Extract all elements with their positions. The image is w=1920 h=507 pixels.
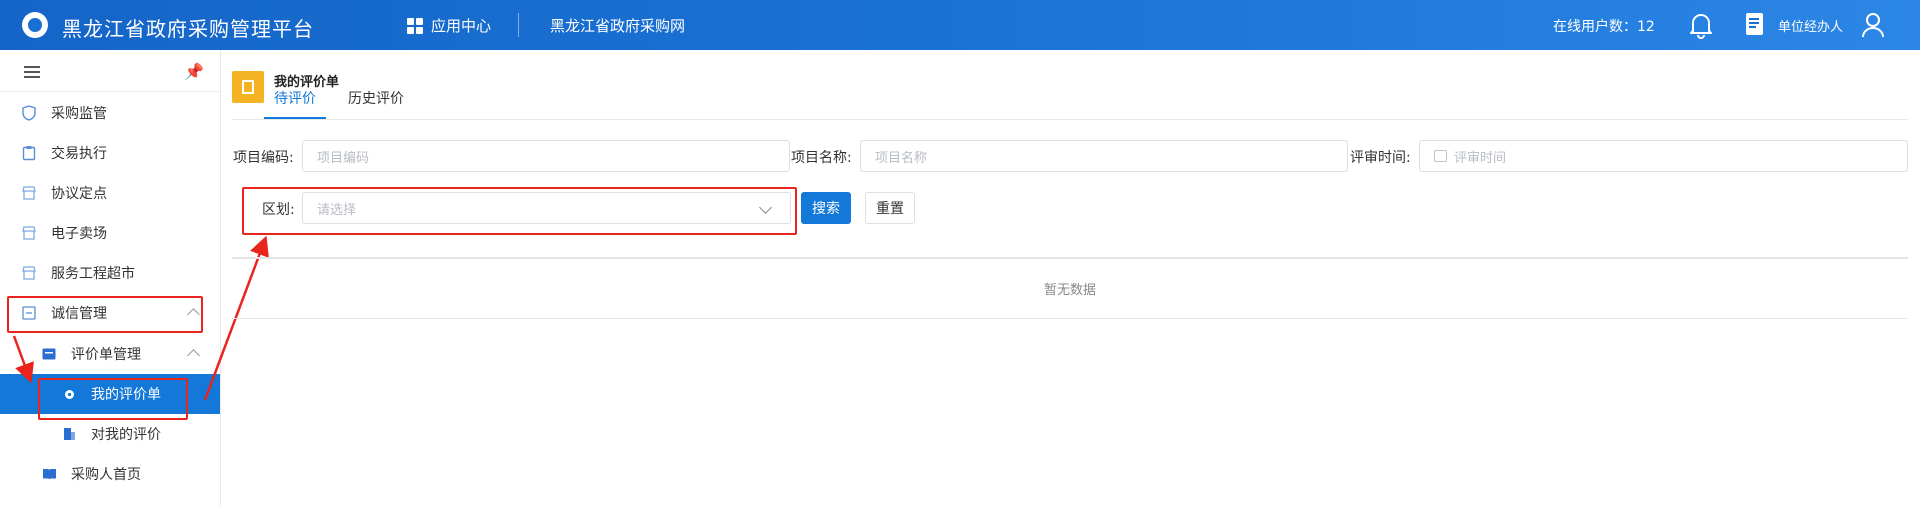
page-title-icon [232,71,264,103]
portal-link[interactable]: 黑龙江省政府采购网 [550,15,685,36]
store-icon [21,225,37,241]
search-button[interactable]: 搜索 [801,192,851,224]
sidebar-item-transaction-execution[interactable]: 交易执行 [0,133,220,173]
sidebar-item-label: 采购监管 [51,106,107,122]
sidebar-item-label: 协议定点 [51,186,107,202]
project-code-input[interactable]: 项目编码 [302,140,790,172]
sidebar-item-procurement-supervision[interactable]: 采购监管 [0,93,220,133]
platform-logo-icon [22,12,48,38]
bell-icon[interactable] [1687,10,1715,40]
app-center-link[interactable]: 应用中心 [407,15,491,36]
user-role[interactable]: 单位经办人 [1778,16,1843,35]
clipboard-icon [21,145,37,161]
sidebar-item-label: 交易执行 [51,146,107,162]
project-name-input[interactable]: 项目名称 [860,140,1348,172]
building-icon [61,426,77,442]
chevron-down-icon [759,201,772,214]
grid-icon [407,17,423,34]
app-center-label: 应用中心 [431,17,492,35]
project-code-placeholder: 项目编码 [317,150,370,166]
sidebar-item-label: 服务工程超市 [51,266,135,282]
shield-icon [21,105,37,121]
sidebar-item-evaluations-of-me[interactable]: 对我的评价 [0,414,220,454]
project-name-placeholder: 项目名称 [875,150,928,166]
sidebar-item-e-mall[interactable]: 电子卖场 [0,213,220,253]
review-time-label: 评审时间: [1350,150,1411,166]
document-icon [1746,13,1763,35]
sidebar-item-evaluation-management[interactable]: 评价单管理 [0,334,220,374]
sidebar-item-purchaser-home[interactable]: 采购人首页 [0,454,220,494]
sidebar-item-service-supermarket[interactable]: 服务工程超市 [0,253,220,293]
sidebar-item-label: 对我的评价 [91,427,161,443]
sidebar: 📌 采购监管 交易执行 协议定点 电子卖场 服务工程超市 诚信管理 评价单管理 … [0,50,221,507]
calendar-icon [1434,150,1447,162]
region-select[interactable]: 请选择 [302,192,791,224]
region-placeholder: 请选择 [317,202,357,218]
header-divider [518,13,519,37]
store-icon [21,185,37,201]
sidebar-item-label: 采购人首页 [71,467,141,483]
tab-history-evaluation[interactable]: 历史评价 [348,88,404,108]
highlight-box-my-evaluation [38,378,188,420]
menu-toggle-icon[interactable] [24,66,40,78]
store-icon [21,265,37,281]
user-icon[interactable] [1860,11,1886,39]
review-time-placeholder: 评审时间 [1454,150,1507,166]
sidebar-toolbar: 📌 [0,50,220,92]
project-name-label: 项目名称: [791,150,852,166]
tab-pending-evaluation[interactable]: 待评价 [274,88,316,108]
tabs-divider [232,119,1908,120]
reset-button[interactable]: 重置 [865,192,915,224]
online-users-count: 在线用户数：12 [1553,19,1655,35]
project-code-label: 项目编码: [233,150,294,166]
top-bar: 黑龙江省政府采购管理平台 应用中心 黑龙江省政府采购网 在线用户数：12 单位经… [0,0,1920,50]
sidebar-item-agreement-point[interactable]: 协议定点 [0,173,220,213]
book-icon [41,466,57,482]
card-icon [41,346,57,362]
highlight-box-credit-management [7,296,203,333]
review-time-picker[interactable]: 评审时间 [1419,140,1908,172]
pin-icon[interactable]: 📌 [184,62,204,81]
sidebar-item-label: 电子卖场 [51,226,107,242]
chevron-up-icon [187,349,200,362]
platform-title: 黑龙江省政府采购管理平台 [62,17,314,41]
region-label: 区划: [262,202,295,218]
sidebar-item-label: 评价单管理 [71,347,141,363]
empty-state: 暂无数据 [232,259,1908,319]
